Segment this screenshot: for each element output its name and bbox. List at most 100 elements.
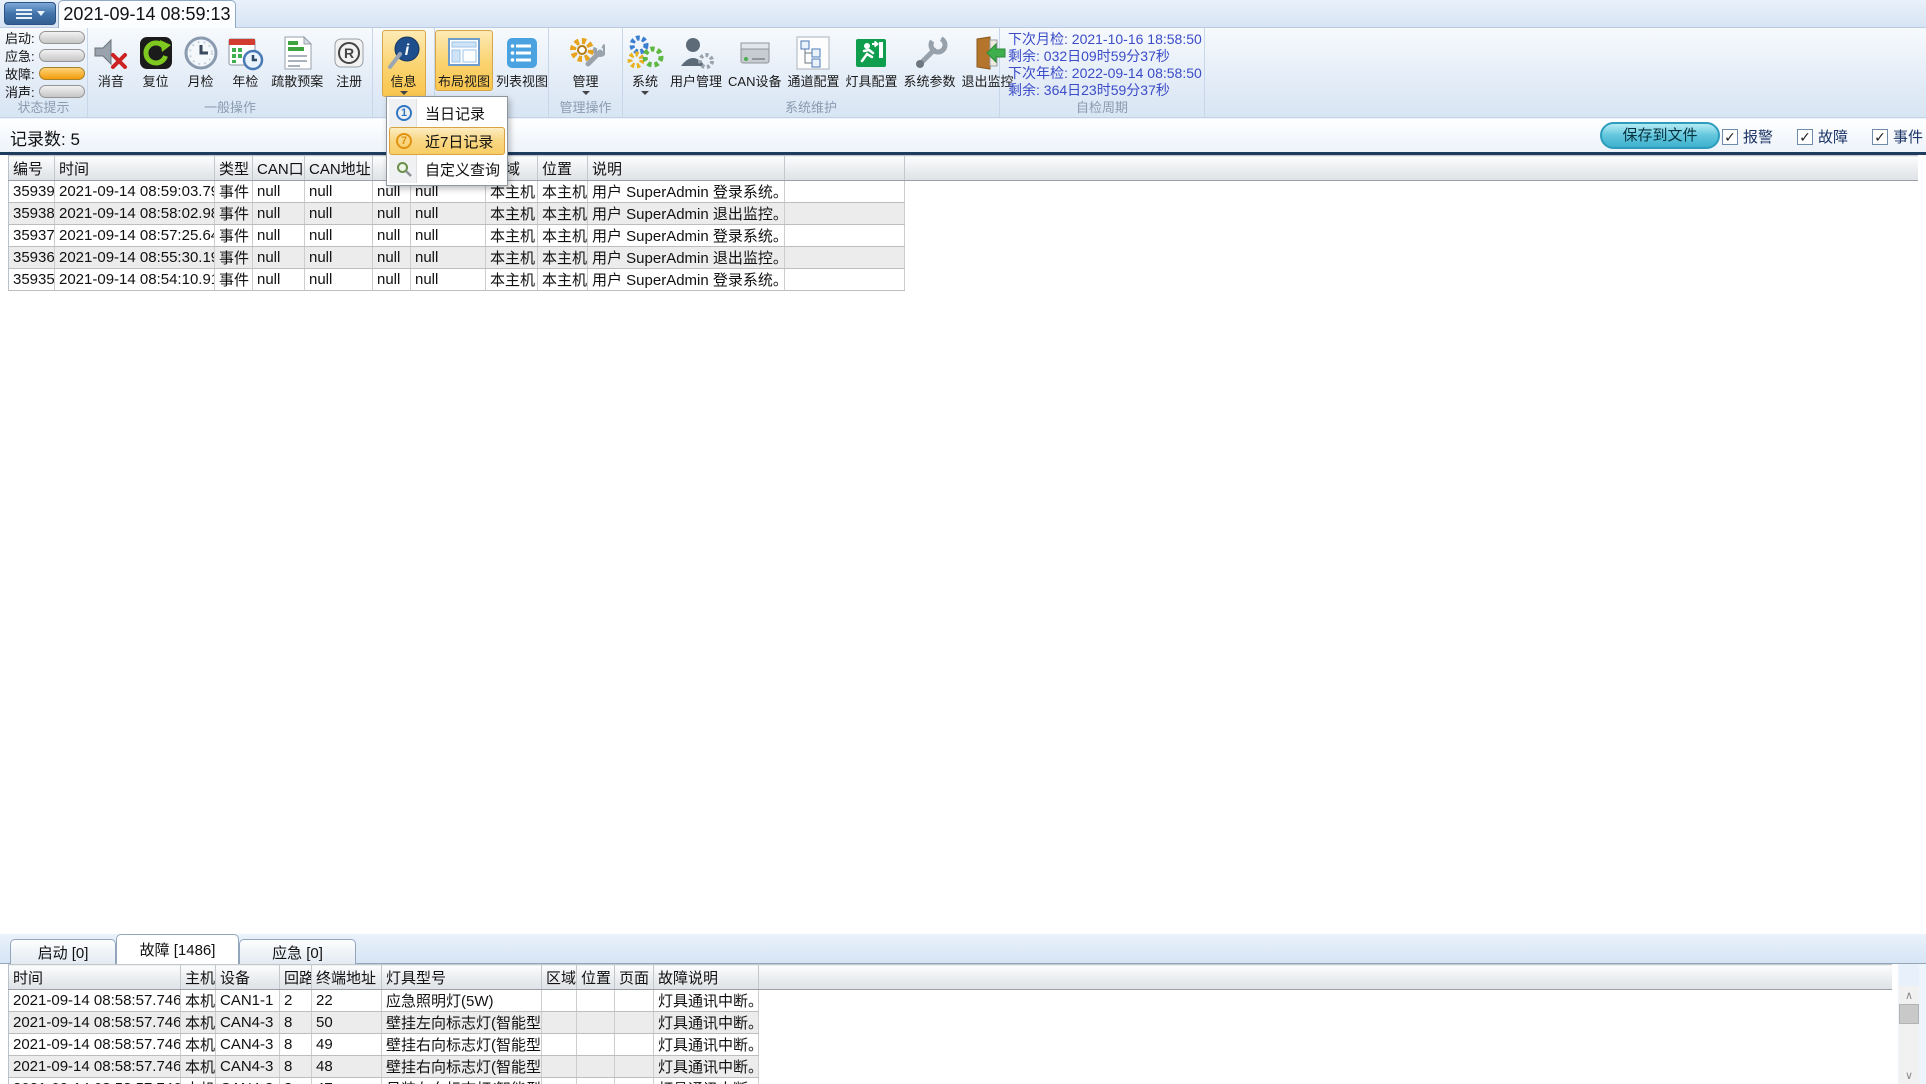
cell: 事件 bbox=[214, 202, 253, 225]
column-header[interactable]: 说明 bbox=[587, 155, 785, 181]
group-label-period: 自检周期 bbox=[1075, 100, 1128, 115]
cell bbox=[541, 989, 577, 1012]
menu-item-today-records[interactable]: 1 当日记录 bbox=[389, 99, 505, 127]
scrollbar-thumb[interactable] bbox=[1899, 1004, 1919, 1024]
ribbon: 启动: 应急: 故障: 消声: 状态提示 消音 复位 月检 年检 疏散预案 R … bbox=[0, 28, 1926, 118]
column-header[interactable]: 时间 bbox=[54, 155, 215, 181]
fault-filter[interactable]: ✓ 故障 bbox=[1797, 126, 1848, 147]
monthly-check-button[interactable]: 月检 bbox=[179, 30, 223, 91]
cell bbox=[758, 1011, 1892, 1034]
table-row[interactable]: 35939 2021-09-14 08:59:03.797 事件 null null nu… bbox=[8, 180, 1918, 203]
system-button[interactable]: 系统 bbox=[623, 30, 667, 97]
tab-start[interactable]: 启动 [0] bbox=[10, 939, 116, 964]
user-management-button[interactable]: 用户管理 bbox=[667, 30, 725, 91]
cell: 22 bbox=[311, 989, 382, 1012]
column-header[interactable]: 编号 bbox=[8, 155, 55, 181]
lamp-config-button[interactable]: 灯具配置 bbox=[842, 30, 900, 91]
cell: CAN4-3 bbox=[215, 1077, 280, 1084]
register-button[interactable]: R 注册 bbox=[327, 30, 371, 91]
status-fault-indicator bbox=[39, 67, 85, 80]
column-header[interactable]: CAN地址 bbox=[304, 155, 373, 181]
column-header[interactable] bbox=[784, 155, 905, 181]
cell: 本机 bbox=[180, 1077, 216, 1084]
event-filter[interactable]: ✓ 事件 bbox=[1872, 126, 1923, 147]
column-header[interactable]: 类型 bbox=[214, 155, 253, 181]
monthly-check-clock-icon bbox=[184, 36, 218, 70]
cell: 壁挂右向标志灯(智能型) bbox=[381, 1033, 542, 1056]
tab-emergency[interactable]: 应急 [0] bbox=[239, 939, 356, 964]
save-to-file-button[interactable]: 保存到文件 bbox=[1600, 122, 1720, 149]
info-button[interactable]: i 信息 bbox=[381, 30, 426, 97]
column-header[interactable]: 位置 bbox=[576, 964, 615, 990]
vertical-scrollbar[interactable]: ∧ ∨ bbox=[1899, 964, 1919, 1084]
list-view-button[interactable]: 列表视图 bbox=[493, 30, 551, 91]
cell: 本主机 bbox=[485, 246, 538, 269]
cell: 2021-09-14 08:58:02.987 bbox=[54, 202, 215, 225]
column-header-filler[interactable] bbox=[904, 155, 1918, 181]
mute-button[interactable]: 消音 bbox=[89, 30, 133, 91]
scroll-up-button[interactable]: ∧ bbox=[1899, 986, 1919, 1004]
cell: 本主机 bbox=[485, 224, 538, 247]
cell bbox=[784, 268, 905, 291]
cell: 35935 bbox=[8, 268, 55, 291]
alarm-filter[interactable]: ✓ 报警 bbox=[1722, 126, 1773, 147]
cell: 50 bbox=[311, 1011, 382, 1034]
monthly-remaining: 剩余: 032日09时59分37秒 bbox=[1008, 48, 1170, 64]
annual-check-button[interactable]: 年检 bbox=[223, 30, 267, 91]
column-header[interactable]: 故障说明 bbox=[653, 964, 759, 990]
column-header[interactable]: 位置 bbox=[537, 155, 588, 181]
wrench-icon bbox=[915, 35, 947, 68]
cell: 2021-09-14 08:58:57.746 bbox=[8, 1055, 181, 1078]
table-row[interactable]: 2021-09-14 08:58:57.746 本机 CAN4-3 8 50 壁挂左向标志… bbox=[8, 1011, 1892, 1034]
table-row[interactable]: 35938 2021-09-14 08:58:02.987 事件 null null nu… bbox=[8, 202, 1918, 225]
dropdown-arrow-icon bbox=[641, 91, 649, 95]
table-row[interactable]: 2021-09-14 08:58:57.746 本机 CAN1-1 2 22 应急照明灯(… bbox=[8, 989, 1892, 1012]
cell: 本主机 bbox=[537, 224, 588, 247]
alarm-checkbox[interactable]: ✓ bbox=[1722, 128, 1738, 145]
fault-checkbox-label: 故障 bbox=[1818, 129, 1849, 146]
table-row[interactable]: 2021-09-14 08:58:57.746本机CAN4-3847吊装左向标志… bbox=[8, 1077, 1892, 1084]
fault-checkbox[interactable]: ✓ bbox=[1797, 128, 1813, 145]
annual-check-calendar-icon bbox=[228, 38, 264, 71]
column-header[interactable]: CAN口 bbox=[252, 155, 305, 181]
evacuation-plan-button[interactable]: 疏散预案 bbox=[268, 30, 326, 91]
table-row[interactable]: 35935 2021-09-14 08:54:10.917 事件 null null nu… bbox=[8, 268, 1918, 291]
can-device-button[interactable]: CAN设备 bbox=[725, 30, 784, 91]
system-params-button[interactable]: 系统参数 bbox=[901, 30, 959, 91]
app-menu-button[interactable] bbox=[4, 2, 56, 25]
manage-gear-wrench-icon bbox=[569, 38, 605, 67]
column-header[interactable]: 页面 bbox=[614, 964, 654, 990]
cell: 本主机 bbox=[537, 246, 588, 269]
table-row[interactable]: 35937 2021-09-14 08:57:25.640 事件 null null nu… bbox=[8, 224, 1918, 247]
column-header[interactable]: 灯具型号 bbox=[381, 964, 542, 990]
column-header[interactable]: 时间 bbox=[8, 964, 181, 990]
column-header-filler[interactable] bbox=[758, 964, 1892, 990]
cell: 事件 bbox=[214, 180, 253, 203]
tab-fault[interactable]: 故障 [1486] bbox=[116, 934, 239, 964]
menu-item-last-7-days[interactable]: 7 近7日记录 bbox=[389, 127, 505, 155]
group-label-maintain: 系统维护 bbox=[784, 100, 837, 115]
menu-item-custom-query[interactable]: 自定义查询 bbox=[389, 155, 505, 183]
event-checkbox-label: 事件 bbox=[1893, 129, 1924, 146]
layout-view-button[interactable]: 布局视图 bbox=[435, 30, 494, 91]
channel-config-button[interactable]: 通道配置 bbox=[784, 30, 842, 91]
scroll-down-button[interactable]: ∨ bbox=[1899, 1066, 1919, 1084]
column-header[interactable]: 回路 bbox=[279, 964, 312, 990]
table-row[interactable]: 2021-09-14 08:58:57.746 本机 CAN4-3 8 49 壁挂右向标志… bbox=[8, 1033, 1892, 1056]
group-label-manage: 管理操作 bbox=[559, 100, 612, 115]
column-header[interactable]: 终端地址 bbox=[311, 964, 382, 990]
column-header[interactable]: 设备 bbox=[215, 964, 280, 990]
cell: 灯具通讯中断。 bbox=[653, 1033, 759, 1056]
status-emergency-indicator bbox=[39, 49, 85, 62]
event-checkbox[interactable]: ✓ bbox=[1872, 128, 1888, 145]
scrollbar-track[interactable] bbox=[1899, 1024, 1919, 1066]
table-row[interactable]: 35936 2021-09-14 08:55:30.193 事件 null null nu… bbox=[8, 246, 1918, 269]
manage-button[interactable]: 管理 bbox=[564, 30, 608, 97]
column-header[interactable]: 区域 bbox=[541, 964, 577, 990]
table-row[interactable]: 2021-09-14 08:58:57.746 本机 CAN4-3 8 48 壁挂右向标志… bbox=[8, 1055, 1892, 1078]
status-emergency-label: 应急: bbox=[5, 49, 35, 64]
dropdown-arrow-icon bbox=[399, 91, 408, 95]
reset-button[interactable]: 复位 bbox=[134, 30, 178, 91]
column-header[interactable]: 主机 bbox=[180, 964, 216, 990]
cell bbox=[541, 1011, 577, 1034]
